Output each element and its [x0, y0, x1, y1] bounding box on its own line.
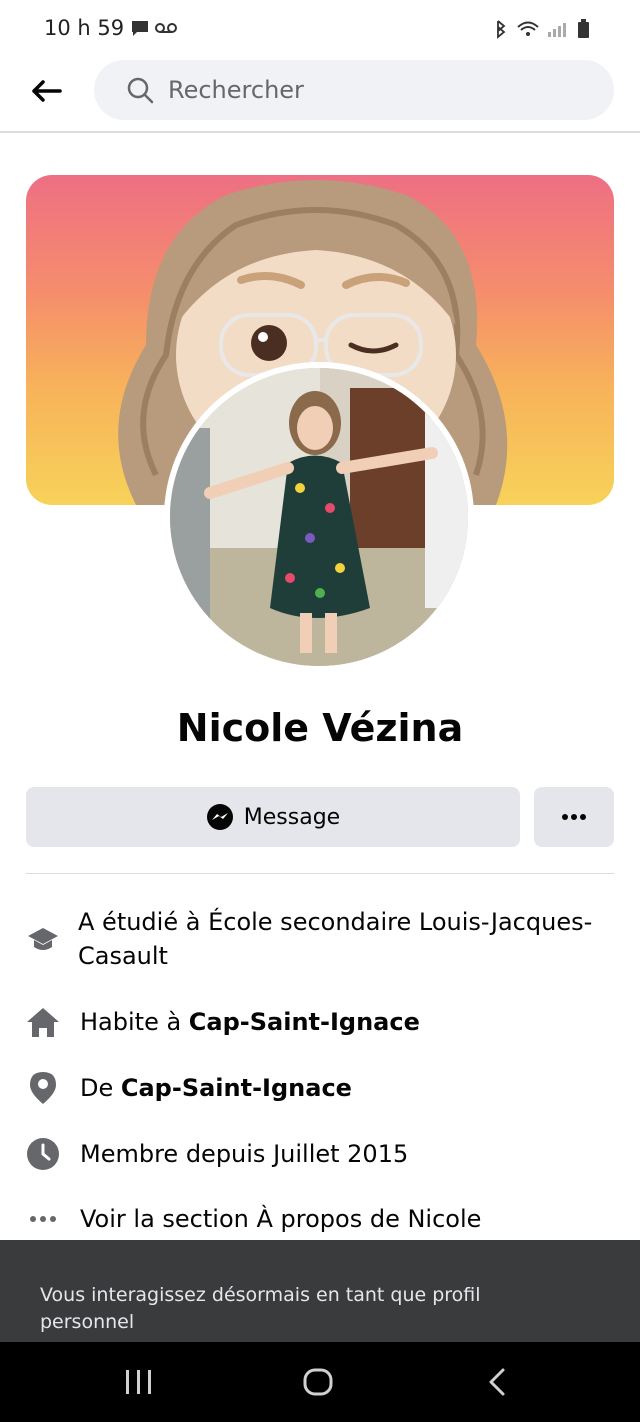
info-row-lives-in[interactable]: Habite à Cap-Saint-Ignace: [26, 1005, 614, 1039]
home-button[interactable]: [293, 1362, 343, 1402]
divider: [26, 873, 614, 874]
system-back-button[interactable]: [472, 1362, 522, 1402]
more-icon: [562, 814, 586, 820]
battery-icon: [578, 19, 589, 38]
more-options-button[interactable]: [534, 787, 614, 847]
home-icon: [26, 1005, 60, 1039]
lives-in-prefix: Habite à: [80, 1008, 189, 1036]
message-button-label: Message: [243, 804, 341, 830]
education-text: A étudié à École secondaire Louis-Jacque…: [78, 905, 614, 973]
status-icons: [497, 19, 589, 39]
graduation-cap-icon: [26, 923, 60, 957]
status-bar: 10 h 59: [0, 0, 640, 60]
recent-apps-icon: [126, 1370, 151, 1394]
info-row-education[interactable]: A étudié à École secondaire Louis-Jacque…: [26, 905, 614, 973]
lives-in-text: Habite à Cap-Saint-Ignace: [80, 1005, 420, 1039]
message-button[interactable]: Message: [26, 787, 520, 847]
status-time: 10 h 59: [44, 16, 125, 40]
back-arrow-icon: [32, 80, 62, 102]
clock-icon: [26, 1137, 60, 1171]
avatar-photo: [170, 368, 468, 666]
info-row-from[interactable]: De Cap-Saint-Ignace: [26, 1071, 614, 1105]
system-nav-bar: [0, 1342, 640, 1422]
search-placeholder: Rechercher: [168, 76, 304, 104]
see-about-link[interactable]: Voir la section À propos de Nicole: [80, 1202, 481, 1236]
from-prefix: De: [80, 1074, 121, 1102]
from-text: De Cap-Saint-Ignace: [80, 1071, 352, 1105]
messenger-icon: [206, 804, 233, 830]
profile-picture[interactable]: [164, 362, 474, 672]
message-notification-icon: [132, 21, 148, 36]
member-since-text: Membre depuis Juillet 2015: [80, 1140, 409, 1168]
lives-in-city: Cap-Saint-Ignace: [188, 1008, 420, 1036]
education-prefix: A étudié à: [78, 908, 209, 936]
info-row-member-since[interactable]: Membre depuis Juillet 2015: [26, 1137, 614, 1171]
toast-text: Vous interagissez désormais en tant que …: [40, 1284, 481, 1333]
search-input[interactable]: Rechercher: [94, 60, 614, 120]
home-circle-icon: [303, 1368, 333, 1396]
dots-icon: [26, 1202, 60, 1236]
search-icon: [127, 77, 154, 104]
info-row-see-about[interactable]: Voir la section À propos de Nicole: [26, 1202, 614, 1236]
signal-icon: [548, 23, 566, 37]
wifi-icon: [517, 21, 539, 36]
chevron-left-icon: [489, 1368, 505, 1396]
from-city: Cap-Saint-Ignace: [120, 1074, 352, 1102]
back-button[interactable]: [26, 74, 66, 108]
top-nav: Rechercher: [0, 60, 640, 133]
voicemail-icon: [155, 23, 177, 33]
toast-snackbar: Vous interagissez désormais en tant que …: [0, 1240, 640, 1342]
profile-name: Nicole Vézina: [176, 706, 464, 750]
recent-apps-button[interactable]: [114, 1362, 164, 1402]
location-pin-icon: [26, 1071, 60, 1105]
bluetooth-icon: [497, 20, 506, 39]
